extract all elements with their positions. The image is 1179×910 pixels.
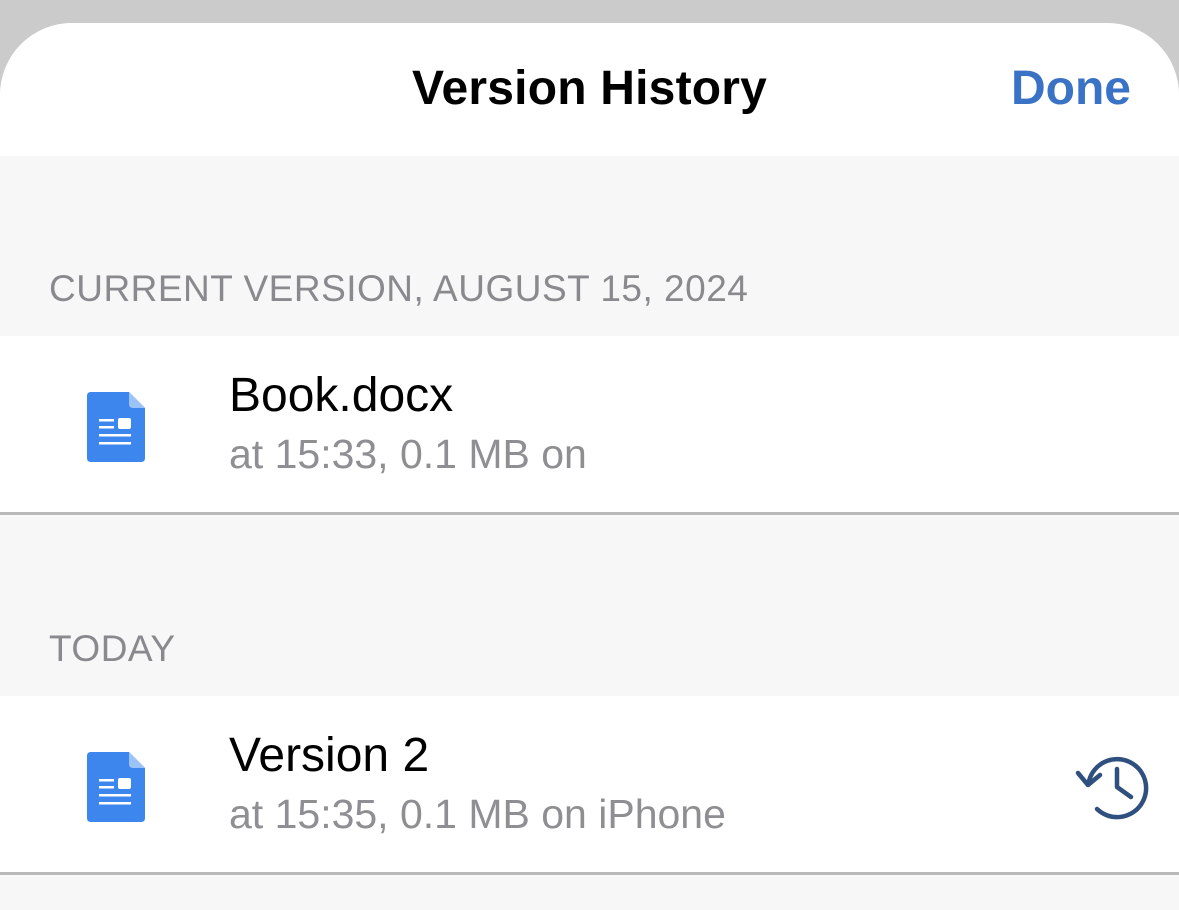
restore-history-icon[interactable] [1075,751,1149,821]
version-row-current[interactable]: Book.docx at 15:33, 0.1 MB on [0,336,1179,515]
version-row-2[interactable]: Version 2 at 15:35, 0.1 MB on iPhone [0,696,1179,875]
done-button[interactable]: Done [1011,61,1131,116]
section-header-current-version: CURRENT VERSION, AUGUST 15, 2024 [49,268,749,309]
version-details: at 15:35, 0.1 MB on iPhone [229,791,726,837]
document-icon [87,752,145,822]
page-title: Version History [411,62,768,115]
version-history-sheet: Version History Done CURRENT VERSION, AU… [0,23,1179,910]
version-title: Version 2 [229,729,430,782]
section-header-today: TODAY [49,628,176,669]
navigation-bar: Version History Done [0,23,1179,156]
version-details: at 15:33, 0.1 MB on [229,431,587,477]
document-icon [87,392,145,462]
version-title: Book.docx [229,369,454,422]
